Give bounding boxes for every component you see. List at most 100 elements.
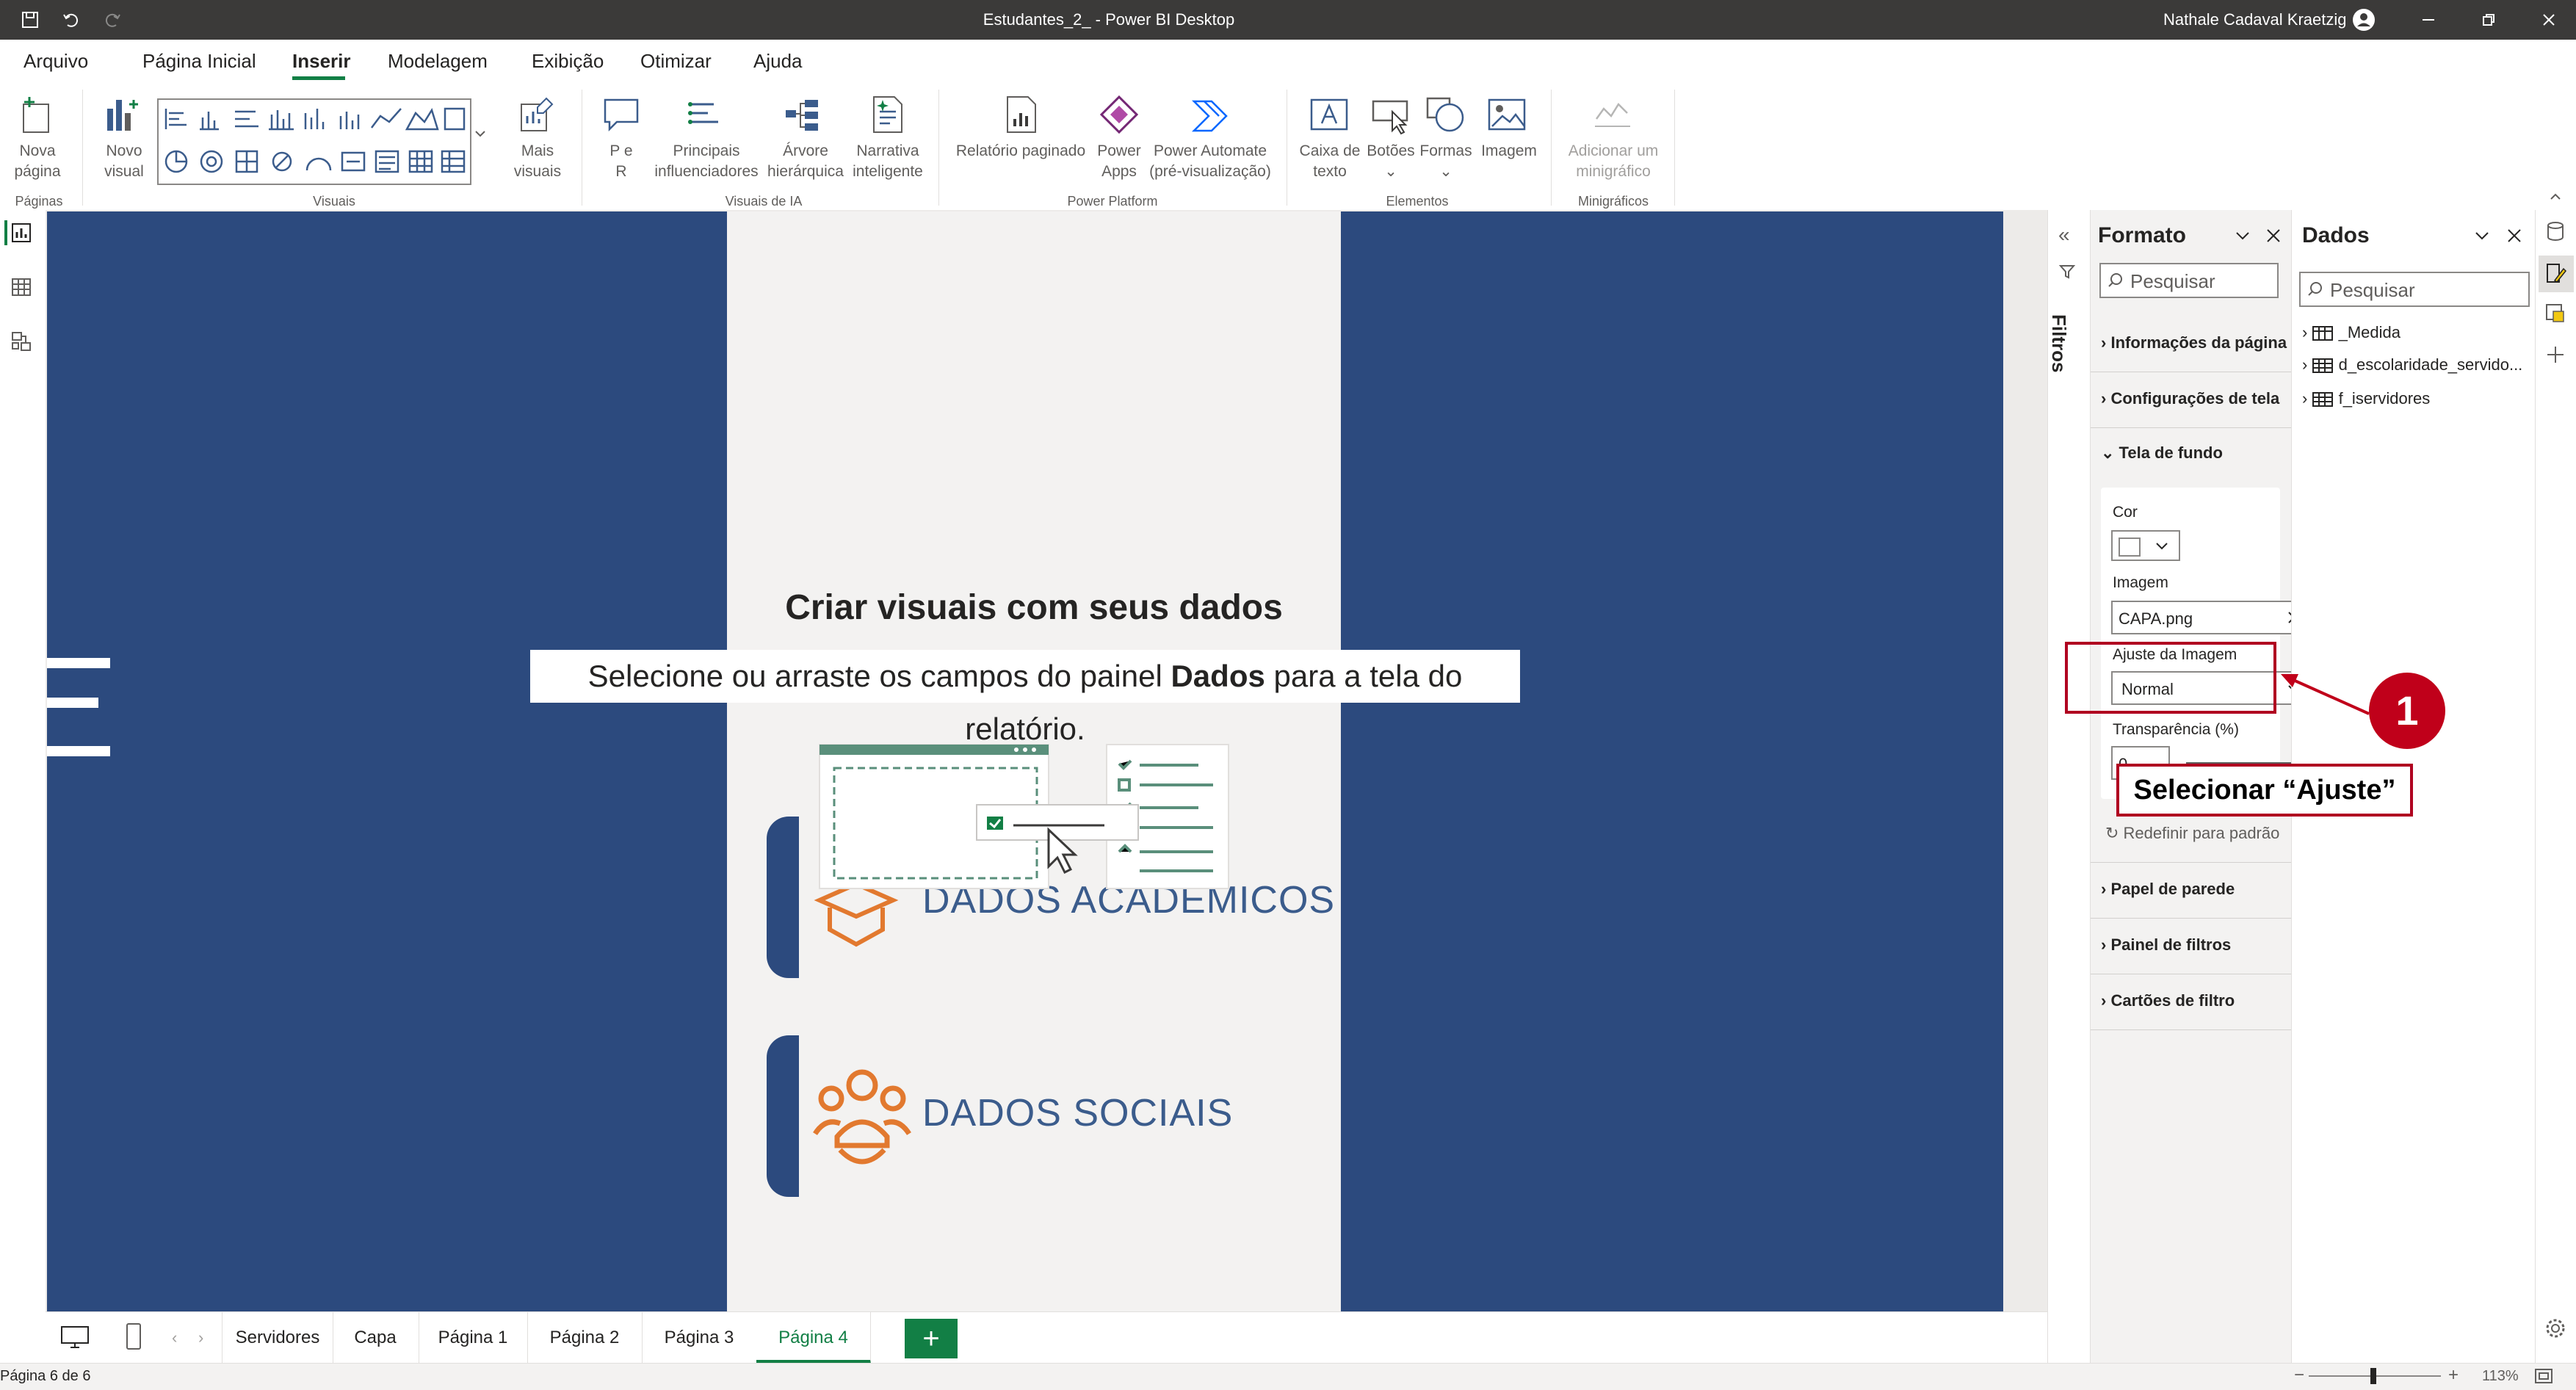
new-visual-icon[interactable] xyxy=(101,94,142,139)
key-influencers-label[interactable]: Principais influenciadores xyxy=(646,141,767,182)
text-box-label[interactable]: Caixa de texto xyxy=(1297,141,1363,182)
tree-item-medida[interactable]: › _Medida xyxy=(2302,323,2400,342)
add-pane-icon[interactable] xyxy=(2544,344,2566,369)
section-tela-fundo[interactable]: ⌄ Tela de fundo xyxy=(2101,444,2223,463)
table-view-icon[interactable] xyxy=(10,276,32,302)
menu-arquivo[interactable]: Arquivo xyxy=(23,50,88,73)
restore-icon[interactable] xyxy=(2476,7,2501,32)
format-search-input[interactable]: Pesquisar xyxy=(2099,263,2279,298)
table-icon xyxy=(2312,392,2334,408)
key-influencers-icon[interactable] xyxy=(684,94,726,139)
zoom-in-icon[interactable]: + xyxy=(2448,1365,2459,1386)
menu-pagina-inicial[interactable]: Página Inicial xyxy=(142,50,256,73)
format-pane-toggle[interactable] xyxy=(2539,256,2574,292)
color-picker[interactable] xyxy=(2111,530,2180,561)
minimize-icon[interactable] xyxy=(2416,7,2441,32)
model-view-icon[interactable] xyxy=(10,330,32,356)
next-page-icon[interactable]: › xyxy=(198,1328,203,1347)
reset-default-button[interactable]: ↻ Redefinir para padrão xyxy=(2105,824,2279,843)
bookmarks-icon[interactable] xyxy=(2544,303,2566,328)
chevron-down-icon[interactable] xyxy=(2233,226,2252,249)
decomposition-tree-label[interactable]: Árvore hierárquica xyxy=(762,141,849,182)
menu-ajuda[interactable]: Ajuda xyxy=(753,50,803,73)
mobile-layout-icon[interactable] xyxy=(125,1322,142,1355)
page-tab-pagina-4[interactable]: Página 4 xyxy=(756,1312,871,1364)
annotation-label: Selecionar “Ajuste” xyxy=(2116,764,2413,817)
section-config-tela[interactable]: › Configurações de tela xyxy=(2101,389,2279,408)
section-cartoes-filtro[interactable]: › Cartões de filtro xyxy=(2101,991,2235,1010)
section-info-pagina[interactable]: › Informações da página xyxy=(2101,333,2287,352)
fit-page-icon[interactable] xyxy=(2533,1367,2554,1389)
paginated-report-label[interactable]: Relatório paginado xyxy=(950,141,1091,162)
gallery-expand-icon[interactable] xyxy=(473,126,488,145)
section-papel-parede[interactable]: › Papel de parede xyxy=(2101,880,2235,899)
collapse-ribbon-icon[interactable] xyxy=(2548,189,2563,208)
avatar-icon[interactable] xyxy=(2351,7,2376,32)
add-page-button[interactable]: + xyxy=(905,1319,958,1358)
menu-modelagem[interactable]: Modelagem xyxy=(388,50,488,73)
power-automate-label[interactable]: Power Automate (pré-visualização) xyxy=(1146,141,1275,182)
group-visuais-ia: Visuais de IA xyxy=(725,194,803,209)
shapes-label[interactable]: Formas ⌄ xyxy=(1414,141,1477,182)
qa-label[interactable]: P eR xyxy=(592,141,651,182)
report-view-icon[interactable] xyxy=(10,222,32,247)
more-visuals-icon[interactable] xyxy=(515,94,557,139)
data-pane-icon[interactable] xyxy=(2544,220,2566,246)
tree-item-servidores[interactable]: › f_iservidores xyxy=(2302,389,2430,408)
image-label[interactable]: Imagem xyxy=(1476,141,1542,162)
zoom-slider-thumb[interactable] xyxy=(2370,1368,2376,1384)
new-page-label[interactable]: Nova página xyxy=(6,141,69,182)
new-visual-label[interactable]: Novo visual xyxy=(93,141,156,182)
page-tab-pagina-2[interactable]: Página 2 xyxy=(527,1312,643,1364)
text-box-icon[interactable] xyxy=(1309,94,1350,139)
menu-exibicao[interactable]: Exibição xyxy=(532,50,604,73)
buttons-icon[interactable] xyxy=(1370,94,1411,139)
close-window-icon[interactable] xyxy=(2536,7,2561,32)
decomposition-tree-icon[interactable] xyxy=(783,94,824,139)
group-minigraficos: Minigráficos xyxy=(1577,194,1649,209)
prev-page-icon[interactable]: ‹ xyxy=(172,1328,177,1347)
page-tab-pagina-1[interactable]: Página 1 xyxy=(419,1312,528,1364)
close-icon[interactable] xyxy=(2264,226,2283,249)
chevron-down-icon[interactable] xyxy=(2472,226,2492,249)
cor-label: Cor xyxy=(2113,504,2138,521)
transparencia-label: Transparência (%) xyxy=(2113,721,2239,738)
power-automate-icon[interactable] xyxy=(1190,94,1231,139)
zoom-level: 113% xyxy=(2482,1368,2519,1384)
close-icon[interactable] xyxy=(2505,226,2524,249)
desktop-layout-icon[interactable] xyxy=(60,1325,90,1353)
smart-narrative-icon[interactable] xyxy=(866,94,908,139)
power-apps-icon[interactable] xyxy=(1099,94,1140,139)
undo-icon[interactable] xyxy=(59,7,84,32)
page-tab-pagina-3[interactable]: Página 3 xyxy=(642,1312,757,1364)
filters-label[interactable]: Filtros xyxy=(2047,314,2070,372)
page-tabs-bar: ‹ › Servidores Capa Página 1 Página 2 Pá… xyxy=(46,1311,2047,1364)
menu-bar: Arquivo Página Inicial Inserir Modelagem… xyxy=(0,40,2576,82)
section-painel-filtros[interactable]: › Painel de filtros xyxy=(2101,935,2231,955)
page-tab-capa[interactable]: Capa xyxy=(332,1312,419,1364)
menu-inserir[interactable]: Inserir xyxy=(292,50,351,73)
buttons-label[interactable]: Botões ⌄ xyxy=(1360,141,1422,182)
filters-pane-collapsed[interactable]: « Filtros xyxy=(2047,210,2091,1363)
new-page-icon[interactable] xyxy=(16,94,57,139)
page-tab-servidores[interactable]: Servidores xyxy=(222,1312,333,1364)
settings-gear-icon[interactable] xyxy=(2544,1317,2566,1343)
paginated-report-icon[interactable] xyxy=(1000,94,1041,139)
data-search-input[interactable]: Pesquisar xyxy=(2299,272,2530,307)
smart-narrative-label[interactable]: Narrativa inteligente xyxy=(846,141,930,182)
search-icon xyxy=(2108,273,2122,287)
expand-filters-icon[interactable]: « xyxy=(2058,223,2070,247)
cover-letter-stroke xyxy=(47,746,110,756)
tree-item-escolaridade[interactable]: › d_escolaridade_servido... xyxy=(2302,355,2522,374)
image-icon[interactable] xyxy=(1486,94,1527,139)
menu-otimizar[interactable]: Otimizar xyxy=(640,50,712,73)
more-visuals-label[interactable]: Mais visuais xyxy=(502,141,573,182)
qa-icon[interactable] xyxy=(601,94,642,139)
save-icon[interactable] xyxy=(18,7,43,32)
zoom-out-icon[interactable]: − xyxy=(2294,1365,2304,1386)
redo-icon[interactable] xyxy=(100,7,125,32)
power-apps-label[interactable]: Power Apps xyxy=(1090,141,1148,182)
visuals-gallery[interactable] xyxy=(157,98,471,185)
shapes-icon[interactable] xyxy=(1425,94,1466,139)
image-file-field[interactable]: CAPA.png xyxy=(2111,601,2311,634)
